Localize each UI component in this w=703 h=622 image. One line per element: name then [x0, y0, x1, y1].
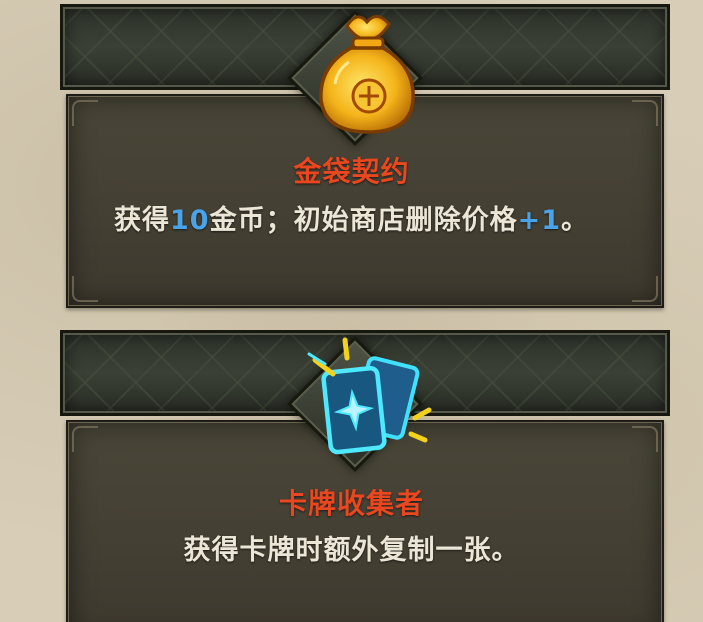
relic-title: 卡牌收集者: [278, 487, 424, 520]
relic-card-card-collector[interactable]: 卡牌收集者 获得卡牌时额外复制一张。: [0, 0, 703, 622]
relic-description: 获得卡牌时额外复制一张。: [183, 535, 520, 566]
cards-icon: [307, 337, 432, 455]
